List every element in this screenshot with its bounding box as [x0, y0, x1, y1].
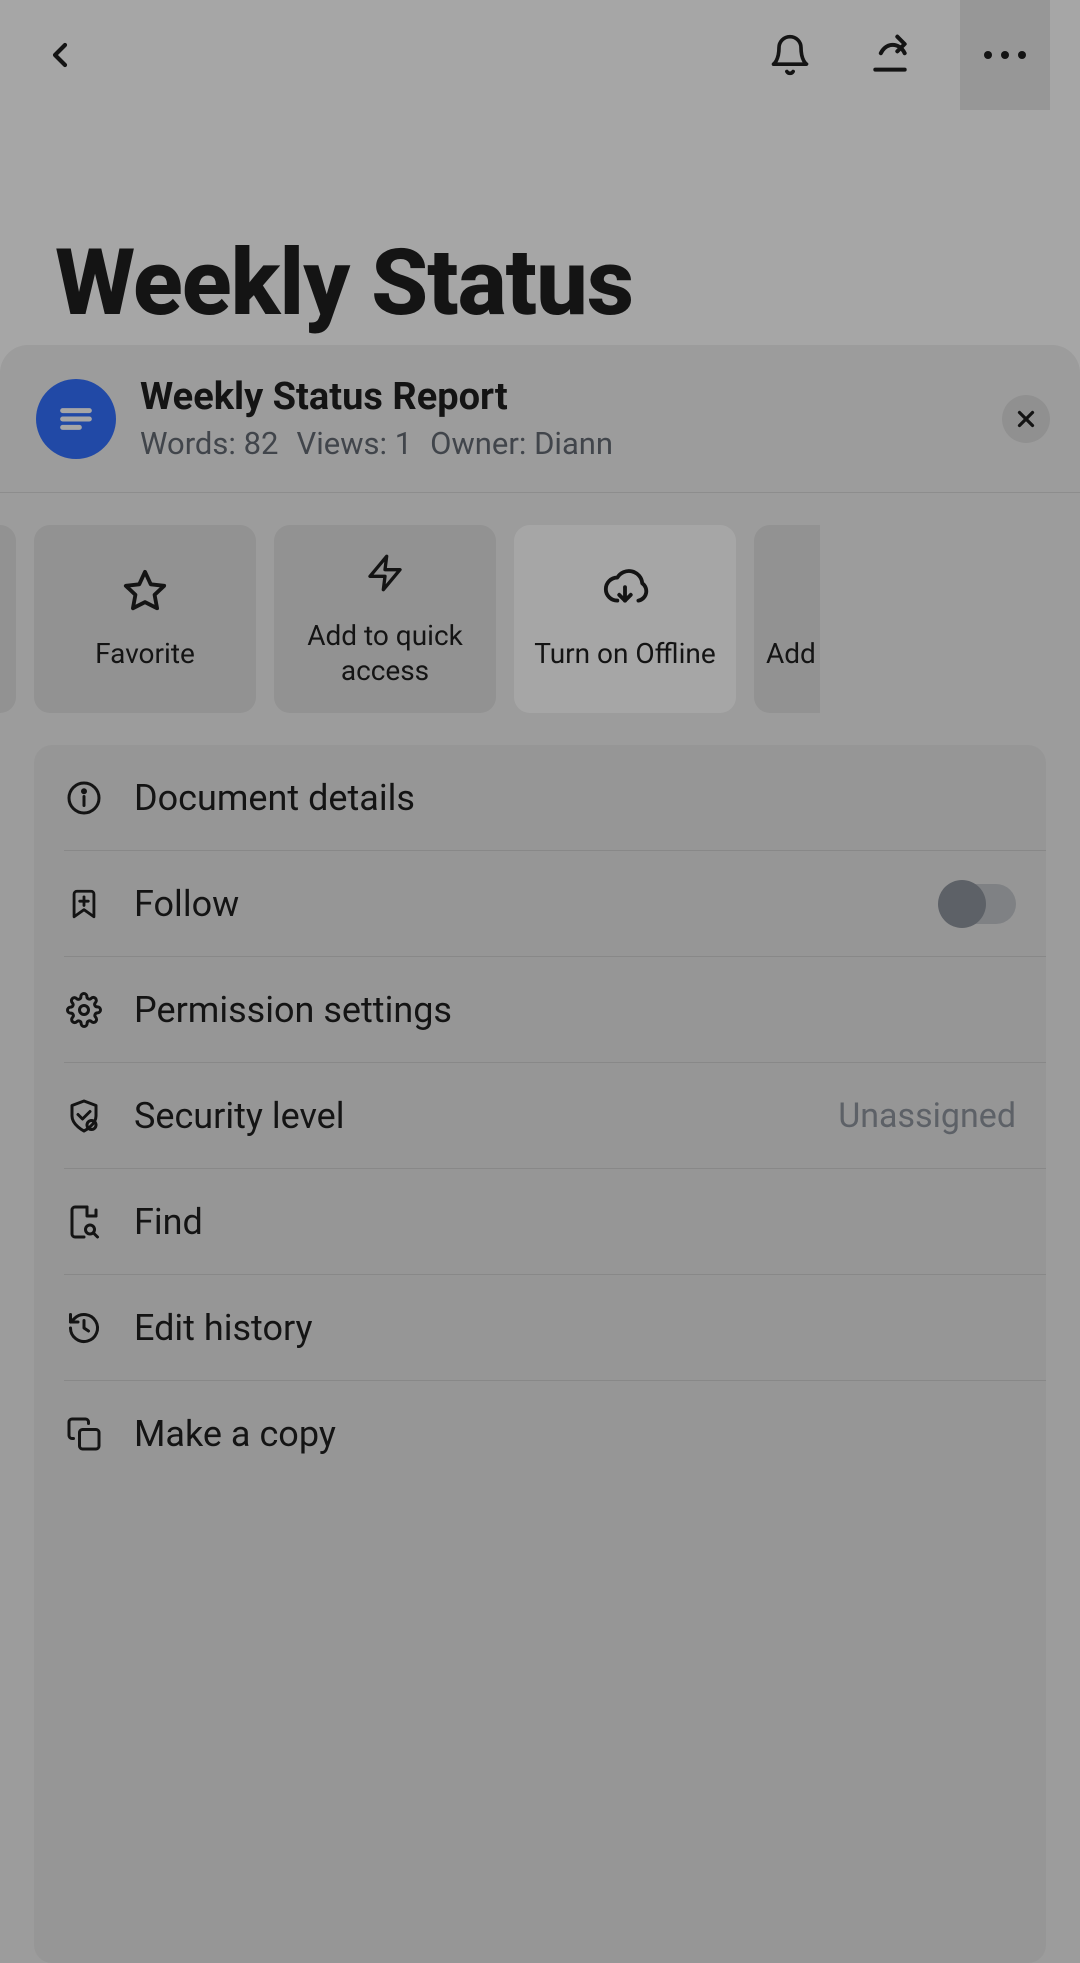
dim-overlay[interactable] — [0, 0, 1080, 1963]
